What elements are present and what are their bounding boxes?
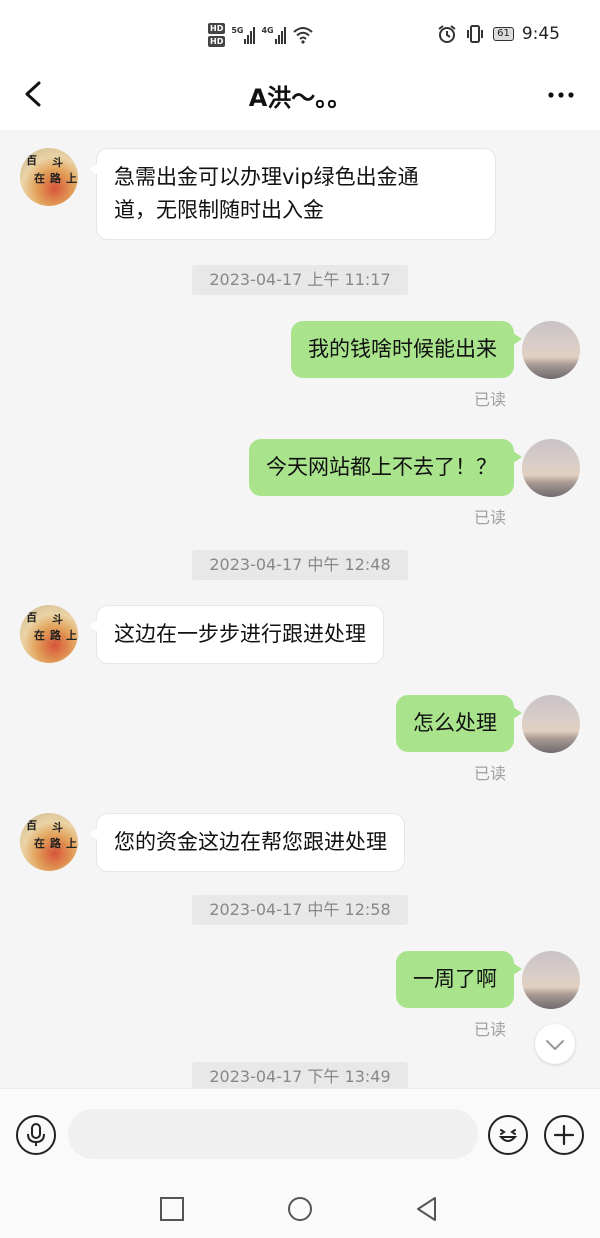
plus-icon: [553, 1124, 575, 1146]
more-options-icon[interactable]: [546, 80, 576, 110]
add-attachment-button[interactable]: [544, 1115, 584, 1155]
home-icon[interactable]: [285, 1194, 315, 1224]
peer-avatar[interactable]: 百 斗 在 路 上: [20, 148, 78, 206]
read-receipt: 已读: [473, 764, 506, 783]
message-list[interactable]: 百 斗 在 路 上 急需出金可以办理vip绿色出金通 道，无限制随时出入金 20…: [0, 130, 600, 1088]
signal-4g-icon: 4G: [261, 26, 286, 44]
peer-avatar[interactable]: 百 斗 在 路 上: [20, 813, 78, 871]
timestamp: 2023-04-17 中午 12:58: [192, 895, 408, 925]
chevron-down-icon: [546, 1040, 564, 1050]
microphone-icon: [27, 1123, 45, 1146]
timestamp: 2023-04-17 下午 13:49: [192, 1062, 408, 1088]
alarm-icon: [438, 25, 456, 43]
my-avatar[interactable]: [522, 439, 580, 497]
back-triangle-icon[interactable]: [412, 1194, 442, 1224]
message-bubble-incoming[interactable]: 您的资金这边在帮您跟进处理: [89, 813, 405, 872]
wifi-icon: [292, 27, 313, 44]
read-receipt: 已读: [473, 390, 506, 409]
recent-apps-icon[interactable]: [157, 1194, 187, 1224]
hd-indicators: HD HD: [208, 23, 226, 47]
message-input[interactable]: [68, 1109, 478, 1159]
chat-title: A洪～。。: [248, 84, 352, 112]
read-receipt: 已读: [473, 508, 506, 527]
my-avatar[interactable]: [522, 951, 580, 1009]
emoji-button[interactable]: [488, 1115, 528, 1155]
smiley-icon: [498, 1129, 518, 1142]
peer-avatar[interactable]: 百 斗 在 路 上: [20, 605, 78, 663]
message-bubble-outgoing[interactable]: 今天网站都上不去了！？: [249, 439, 522, 496]
network-indicators: HD HD 5G 4G: [208, 20, 314, 50]
signal-5g-icon: 5G: [231, 26, 256, 44]
hd-badge: HD: [208, 36, 226, 47]
clock: 9:45: [521, 24, 560, 44]
message-bubble-outgoing[interactable]: 我的钱啥时候能出来: [291, 321, 522, 378]
vibrate-icon: [467, 25, 484, 43]
my-avatar[interactable]: [522, 321, 580, 379]
scroll-to-bottom-button[interactable]: [535, 1024, 575, 1064]
message-bubble-incoming[interactable]: 急需出金可以办理vip绿色出金通 道，无限制随时出入金: [89, 148, 496, 240]
message-bubble-outgoing[interactable]: 一周了啊: [396, 951, 522, 1008]
system-nav-bar: [0, 1178, 600, 1238]
composer-bar: [0, 1088, 600, 1179]
timestamp: 2023-04-17 中午 12:48: [192, 550, 408, 580]
chat-header: A洪～。。: [0, 66, 600, 130]
voice-button[interactable]: [16, 1115, 56, 1155]
message-bubble-outgoing[interactable]: 怎么处理: [396, 695, 522, 752]
timestamp: 2023-04-17 上午 11:17: [192, 265, 408, 295]
message-bubble-incoming[interactable]: 这边在一步步进行跟进处理: [89, 605, 384, 664]
status-bar: HD HD 5G 4G 61 9:45: [0, 0, 600, 66]
battery-icon: 61: [493, 27, 514, 41]
hd-badge: HD: [208, 23, 226, 34]
my-avatar[interactable]: [522, 695, 580, 753]
read-receipt: 已读: [473, 1020, 506, 1039]
status-right: 61 9:45: [437, 22, 560, 46]
